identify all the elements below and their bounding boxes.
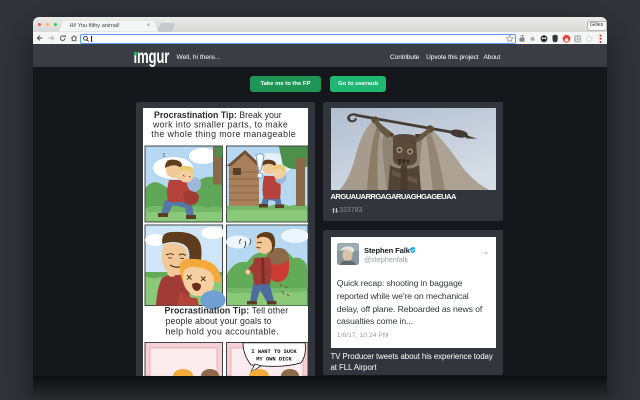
- svg-text:ımgur: ımgur: [133, 46, 169, 68]
- svg-text:the whole thing more manageabl: the whole thing more manageable: [151, 129, 296, 139]
- svg-text:Procrastination Tip: Break you: Procrastination Tip: Break your: [153, 110, 281, 120]
- svg-text:Procrastination Tip: Tell othe: Procrastination Tip: Tell other: [164, 305, 288, 315]
- svg-text:MY OWN DICK: MY OWN DICK: [256, 356, 292, 362]
- svg-text:help hold you accountable.: help hold you accountable.: [165, 326, 279, 336]
- svg-text:I WANT TO SUCK: I WANT TO SUCK: [251, 349, 297, 355]
- svg-text:people about your goals to: people about your goals to: [165, 316, 271, 326]
- svg-text:work into smaller parts, to ma: work into smaller parts, to make: [151, 119, 287, 129]
